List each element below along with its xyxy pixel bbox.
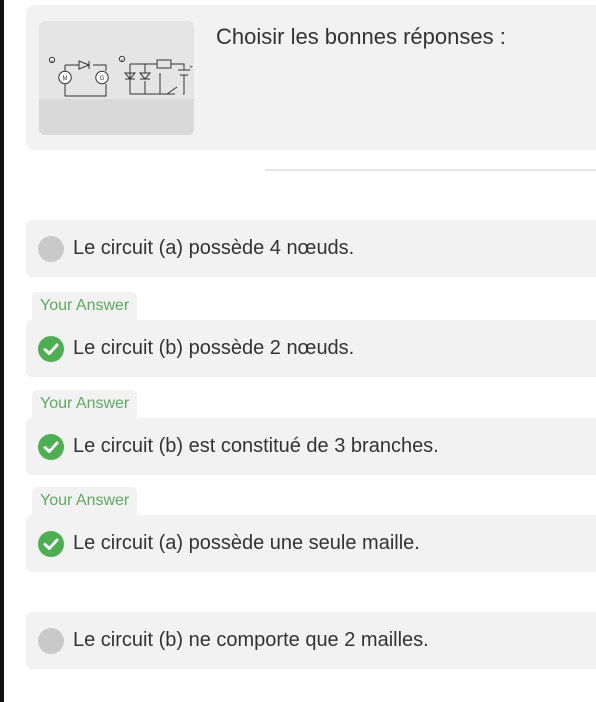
motor-label: M bbox=[63, 76, 68, 82]
your-answer-badge: Your Answer bbox=[32, 390, 138, 418]
generator-label: G bbox=[100, 76, 105, 82]
circuit-image[interactable]: a b M G + bbox=[39, 21, 194, 135]
answer-option-label: Le circuit (a) possède une seule maille. bbox=[73, 532, 420, 554]
radio-unselected-icon[interactable] bbox=[38, 236, 64, 262]
answer-option-label: Le circuit (b) est constitué de 3 branch… bbox=[73, 435, 439, 457]
your-answer-badge: Your Answer bbox=[32, 487, 138, 515]
answer-option-label: Le circuit (b) possède 2 nœuds. bbox=[73, 337, 355, 359]
your-answer-badge: Your Answer bbox=[32, 292, 138, 320]
check-circle-icon[interactable] bbox=[38, 531, 64, 557]
check-circle-icon[interactable] bbox=[38, 336, 64, 362]
answer-option-2[interactable]: Le circuit (b) possède 2 nœuds. bbox=[26, 320, 596, 377]
answer-option-5[interactable]: Le circuit (b) ne comporte que 2 mailles… bbox=[26, 612, 596, 669]
answer-option-3[interactable]: Le circuit (b) est constitué de 3 branch… bbox=[26, 418, 596, 475]
circuit-diagram-svg: a b M G + bbox=[48, 55, 193, 97]
check-circle-icon[interactable] bbox=[38, 434, 64, 460]
question-prompt: Choisir les bonnes réponses : bbox=[216, 24, 506, 49]
radio-unselected-icon[interactable] bbox=[38, 628, 64, 654]
separator-line bbox=[265, 169, 596, 171]
answer-option-1[interactable]: Le circuit (a) possède 4 nœuds. bbox=[26, 220, 596, 277]
answer-option-4[interactable]: Le circuit (a) possède une seule maille. bbox=[26, 515, 596, 572]
left-edge-strip bbox=[0, 0, 4, 702]
answer-option-label: Le circuit (b) ne comporte que 2 mailles… bbox=[73, 629, 429, 651]
battery-plus-label: + bbox=[189, 65, 193, 71]
answer-option-label: Le circuit (a) possède 4 nœuds. bbox=[73, 237, 355, 259]
